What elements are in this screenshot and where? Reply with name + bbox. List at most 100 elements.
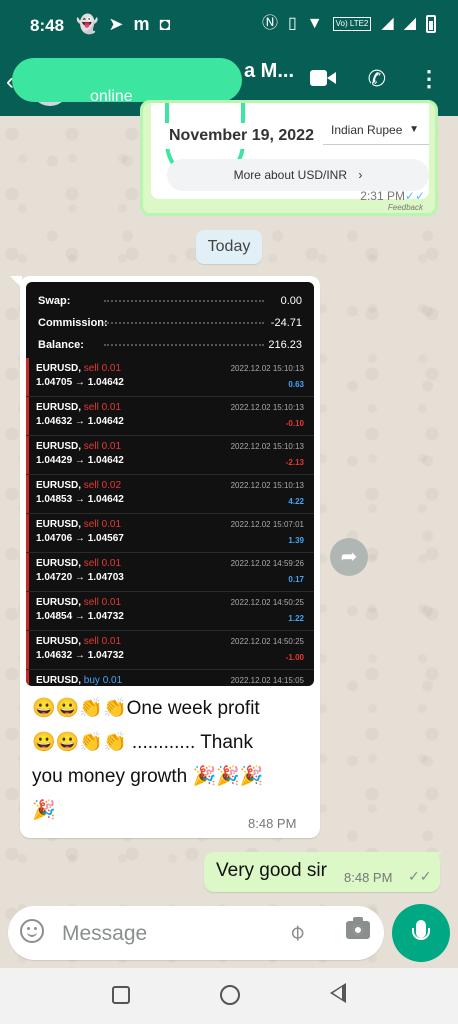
trade-row[interactable]: EURUSD, sell 0.01 1.04429 → 1.04642 2022.1… — [26, 436, 314, 475]
trade-time: 2022.12.02 14:15:05 — [230, 676, 304, 685]
trade-row-marker — [26, 553, 29, 591]
message-composer: ⌀ — [8, 906, 384, 960]
trade-summary: Swap: 0.00 Commission: -24.71 Balance: 216.23 — [26, 290, 314, 356]
trade-row[interactable]: EURUSD, sell 0.01 1.04854 → 1.04732 2022.1… — [26, 592, 314, 631]
trade-prices: 1.04720 → 1.04703 — [36, 572, 124, 583]
back-button[interactable] — [330, 983, 346, 1003]
trade-prices: 1.04854 → 1.04732 — [36, 611, 124, 622]
contact-status: online — [90, 88, 133, 105]
summary-value: -24.71 — [270, 317, 302, 329]
trade-history-image[interactable]: Swap: 0.00 Commission: -24.71 Balance: 216.23… — [26, 282, 314, 686]
trade-side: sell 0.01 — [83, 519, 122, 530]
trade-row[interactable]: EURUSD, sell 0.01 1.04720 → 1.04703 2022.1… — [26, 553, 314, 592]
trade-profit: 0.63 — [288, 380, 304, 389]
trade-row-marker — [26, 475, 29, 513]
summary-row: Balance: 216.23 — [26, 334, 314, 356]
trade-profit: 0.17 — [288, 575, 304, 584]
trade-time: 2022.12.02 15:07:01 — [230, 520, 304, 529]
chevron-right-icon: › — [358, 168, 363, 182]
summary-row: Swap: 0.00 — [26, 290, 314, 312]
link-preview-card[interactable]: November 19, 2022 Indian Rupee ▼ More ab… — [151, 103, 429, 199]
trade-symbol-label: EURUSD, — [36, 636, 82, 647]
currency-select[interactable]: Indian Rupee ▼ — [323, 115, 429, 145]
trade-symbol: EURUSD, sell 0.01 — [36, 597, 121, 608]
more-about-button[interactable]: More about USD/INR › — [167, 159, 429, 191]
trade-time: 2022.12.02 14:50:25 — [230, 598, 304, 607]
top-bar: 8:48 👻 ➤ m ◘ Ⓝ ▯ ▼ Vo) LTE2 ◢ ◢ ‹ a M...… — [0, 0, 458, 116]
trade-side: sell 0.01 — [83, 402, 122, 413]
trade-symbol-label: EURUSD, — [36, 402, 82, 413]
outgoing-message[interactable]: Very good sir 8:48 PM ✓✓ — [204, 852, 440, 892]
video-call-icon[interactable] — [309, 68, 336, 88]
trade-row[interactable]: EURUSD, sell 0.01 1.04632 → 1.04642 2022.1… — [26, 397, 314, 436]
camera-icon[interactable] — [346, 917, 370, 939]
trade-side: sell 0.02 — [83, 480, 122, 491]
trade-side: sell 0.01 — [83, 636, 122, 647]
dotted-leader — [104, 344, 264, 346]
trade-row[interactable]: EURUSD, sell 0.01 1.04632 → 1.04732 2022.1… — [26, 631, 314, 670]
trade-symbol-label: EURUSD, — [36, 597, 82, 608]
trade-symbol: EURUSD, buy 0.01 — [36, 675, 122, 686]
read-ticks-icon: ✓✓ — [404, 189, 425, 203]
trade-symbol-label: EURUSD, — [36, 480, 82, 491]
trade-prices: 1.04853 → 1.04642 — [36, 494, 124, 505]
trade-row-marker — [26, 397, 29, 435]
trade-row-marker — [26, 514, 29, 552]
summary-value: 0.00 — [280, 295, 302, 307]
trade-list: EURUSD, sell 0.01 1.04705 → 1.04642 2022.1… — [26, 358, 314, 686]
trade-symbol: EURUSD, sell 0.01 — [36, 519, 121, 530]
contact-name[interactable]: a M... — [244, 60, 294, 83]
chevron-down-icon: ▼ — [409, 124, 419, 135]
summary-label: Commission: — [38, 317, 108, 329]
summary-label: Balance: — [38, 339, 84, 351]
trade-profit: -0.10 — [285, 419, 304, 428]
summary-label: Swap: — [38, 295, 71, 307]
trade-symbol: EURUSD, sell 0.01 — [36, 402, 121, 413]
message-input[interactable] — [60, 916, 264, 952]
recents-button[interactable] — [112, 986, 130, 1004]
link-preview-message[interactable]: November 19, 2022 Indian Rupee ▼ More ab… — [140, 100, 438, 216]
trade-symbol: EURUSD, sell 0.01 — [36, 441, 121, 452]
message-time: 2:31 PM — [360, 189, 405, 203]
trade-side: buy 0.01 — [83, 675, 123, 686]
trade-symbol-label: EURUSD, — [36, 558, 82, 569]
status-time: 8:48 — [30, 16, 65, 35]
home-button[interactable] — [220, 985, 240, 1005]
feedback-link[interactable]: Feedback — [388, 203, 423, 212]
trade-symbol-label: EURUSD, — [36, 675, 82, 686]
trade-prices: 1.04706 → 1.04567 — [36, 533, 124, 544]
status-right-icons: Ⓝ ▯ ▼ Vo) LTE2 ◢ ◢ — [262, 14, 436, 34]
trade-row[interactable]: EURUSD, sell 0.02 1.04853 → 1.04642 2022.1… — [26, 475, 314, 514]
trade-time: 2022.12.02 15:10:13 — [230, 403, 304, 412]
trade-row-marker — [26, 670, 29, 686]
trade-prices: 1.04429 → 1.04642 — [36, 455, 124, 466]
trade-symbol-label: EURUSD, — [36, 363, 82, 374]
trade-row-marker — [26, 631, 29, 669]
trade-row[interactable]: EURUSD, sell 0.01 1.04706 → 1.04567 2022.1… — [26, 514, 314, 553]
battery-icon — [426, 15, 436, 33]
nfc-icon: Ⓝ — [261, 15, 278, 32]
attach-icon[interactable]: ⌀ — [283, 918, 311, 946]
header-actions: ✆ ⋮ — [309, 68, 440, 90]
trade-symbol-label: EURUSD, — [36, 441, 82, 452]
trade-symbol: EURUSD, sell 0.01 — [36, 363, 121, 374]
trade-time: 2022.12.02 15:10:13 — [230, 364, 304, 373]
trade-time: 2022.12.02 15:10:13 — [230, 481, 304, 490]
summary-value: 216.23 — [268, 339, 302, 351]
volte-icon: Vo) LTE2 — [332, 17, 372, 31]
status-left-icons: 👻 ➤ m ◘ — [76, 14, 170, 34]
trade-row[interactable]: EURUSD, buy 0.01 2022.12.02 14:15:05 — [26, 670, 314, 686]
emoji-icon[interactable] — [20, 919, 44, 943]
voice-message-button[interactable] — [392, 904, 450, 962]
date-chip: Today — [196, 230, 262, 264]
card-date: November 19, 2022 — [161, 123, 322, 149]
signal-icon: ◢ — [381, 15, 394, 32]
trade-row[interactable]: EURUSD, sell 0.01 1.04705 → 1.04642 2022.1… — [26, 358, 314, 397]
phone-icon[interactable]: ✆ — [368, 68, 386, 90]
more-options-icon[interactable]: ⋮ — [418, 68, 440, 90]
trade-symbol: EURUSD, sell 0.02 — [36, 480, 121, 491]
telegram-icon: ➤ — [108, 14, 124, 34]
trade-profit: -1.00 — [285, 653, 304, 662]
deposit-row-cut — [26, 282, 314, 290]
forward-button[interactable]: ➦ — [330, 538, 368, 576]
